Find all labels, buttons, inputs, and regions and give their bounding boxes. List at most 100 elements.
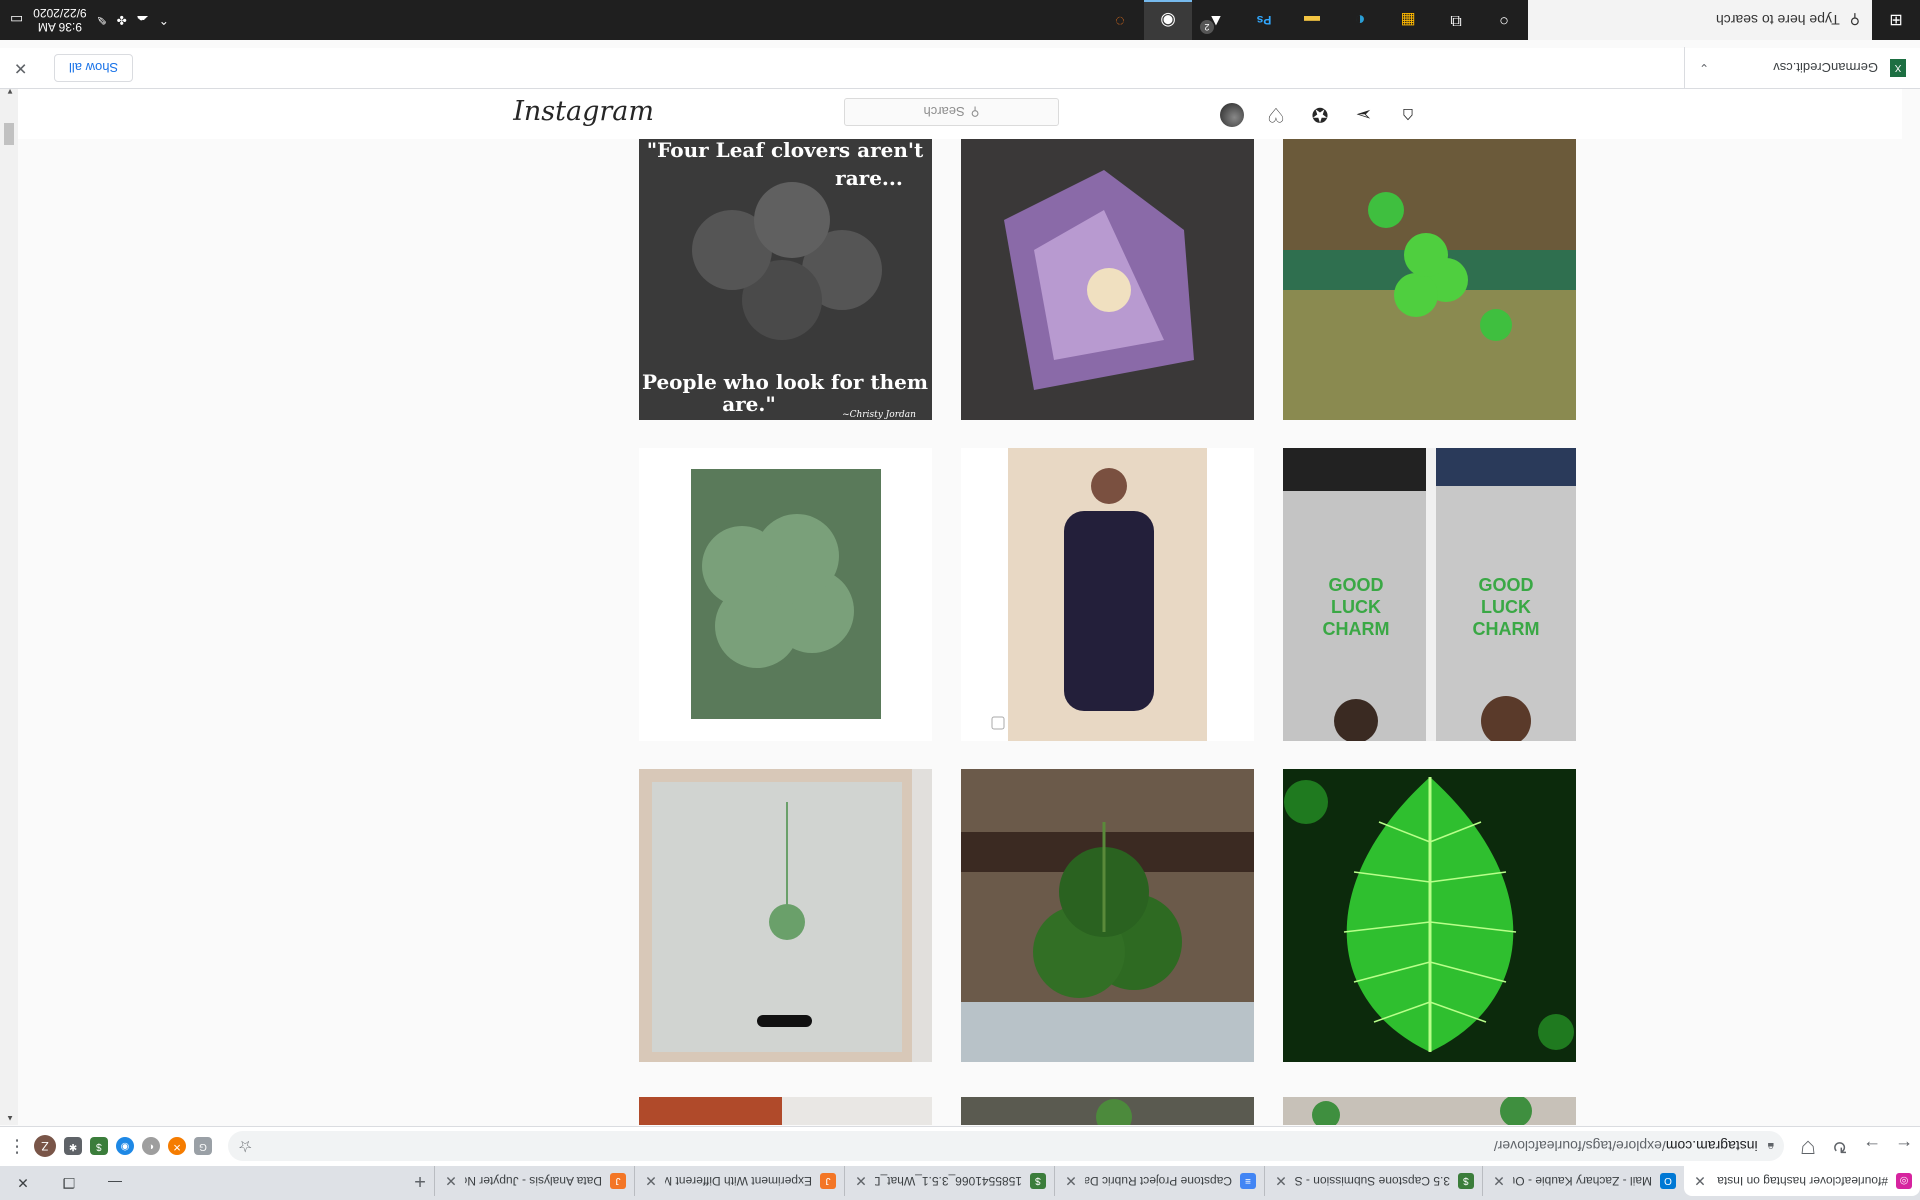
shield-icon[interactable]: ⛉ [1792,1131,1824,1163]
tab-title: Mail - Zachary Kaubie - Outlook [1513,1174,1652,1188]
menu-kebab-icon[interactable]: ⋮ [8,1131,26,1163]
taskbar-search-box[interactable]: ⚲ Type here to search [1528,0,1872,40]
tab-title: Capstone Project Rubric Data Co [1085,1174,1232,1188]
dropbox-icon[interactable]: ✤ [117,13,127,27]
forward-arrow-icon[interactable]: → [1856,1131,1888,1163]
reload-icon[interactable]: ↻ [1824,1131,1856,1163]
profile-avatar[interactable]: Z [34,1135,56,1158]
photos-icon[interactable]: ▲ 2 [1192,0,1240,40]
post-image [961,1097,1254,1125]
close-tab-icon[interactable]: ✕ [1273,1173,1289,1190]
scroll-thumb[interactable] [4,123,14,145]
extension-circle-icon[interactable]: ◐ [142,1137,160,1156]
instagram-nav: ⌂ ➢ ✪ ♡ [1220,103,1420,127]
file-explorer-icon[interactable]: ▬ [1288,0,1336,40]
notification-center-icon[interactable]: ▭ [10,12,23,29]
extension-orange-icon[interactable]: ✕ [168,1137,186,1156]
new-tab-button[interactable]: + [406,1166,434,1196]
tab-outlook[interactable]: O Mail - Zachary Kaubie - Outlook ✕ [1482,1166,1684,1196]
tab-what-data[interactable]: $ 1585541066_3.5.1_What_Data_to ✕ [844,1166,1054,1196]
scroll-up-icon[interactable]: ▲ [6,1114,14,1123]
download-bar: X GermanCredit.csv ⌄ Show all ✕ [0,47,1920,89]
bookmark-star-icon[interactable]: ☆ [238,1137,252,1157]
show-all-button[interactable]: Show all [54,54,134,82]
post-tile[interactable]: GOOD LUCK CHARM GOOD LUCK CHARM [1283,448,1576,741]
post-image [639,769,932,1062]
back-arrow-icon[interactable]: ← [1888,1131,1920,1163]
springboard-icon[interactable]: $ [90,1137,108,1156]
instagram-logo[interactable]: Instagram [513,96,654,127]
address-bar[interactable]: 🔒︎ instagram.com/explore/tags/fourleafcl… [228,1131,1784,1162]
instagram-header: Instagram ⚲ Search ⌂ ➢ ✪ ♡ [18,85,1902,139]
close-tab-icon[interactable]: ✕ [1063,1173,1079,1190]
download-item[interactable]: X GermanCredit.csv ⌄ [1684,47,1920,89]
pen-icon[interactable]: ✎ [97,13,107,27]
explore-icon[interactable]: ✪ [1308,103,1332,127]
close-tab-icon[interactable]: ✕ [643,1173,659,1190]
tab-capstone-rubric[interactable]: ≡ Capstone Project Rubric Data Co ✕ [1054,1166,1264,1196]
post-image: "Four Leaf clovers aren't rare... People… [639,127,932,420]
post-tile[interactable] [961,1097,1254,1125]
task-view-icon[interactable]: ⧉ [1432,0,1480,40]
cortana-icon[interactable]: ○ [1480,0,1528,40]
jupyter-icon[interactable]: ◌ [1096,0,1144,40]
extension-blue-icon[interactable]: ◉ [116,1137,134,1156]
chrome-icon[interactable]: ◉ [1144,0,1192,40]
post-tile[interactable] [639,448,932,741]
windows-taskbar: ⊞ ⚲ Type here to search ○ ⧉ ▦ ◐ ▬ Ps ▲ 2… [0,0,1920,40]
tab-capstone-submission[interactable]: $ 3.5 Capstone Submission - Sprin ✕ [1264,1166,1482,1196]
quote-line-2: rare... [835,166,903,190]
tshirt-text-line: GOOD [1478,575,1533,595]
url-path: /explore/tags/fourleafclover/ [1493,1138,1666,1155]
tab-title: 3.5 Capstone Submission - Sprin [1295,1174,1450,1188]
edge-icon[interactable]: ◐ [1336,0,1384,40]
post-tile-quote[interactable]: "Four Leaf clovers aren't rare... People… [639,127,932,420]
onedrive-icon[interactable]: ☁ [137,13,149,27]
chevron-down-icon[interactable]: ⌄ [1699,61,1709,75]
quote-line-1: "Four Leaf clovers aren't [647,138,924,162]
windows-start-icon[interactable]: ⊞ [1872,0,1920,40]
post-tile[interactable] [1283,1097,1576,1125]
restore-icon[interactable]: ❐ [46,1166,92,1200]
close-tab-icon[interactable]: ✕ [853,1173,869,1190]
minimize-icon[interactable]: — [92,1166,138,1200]
instagram-search-input[interactable]: ⚲ Search [844,98,1059,126]
chevron-up-icon[interactable]: ⌃ [159,13,169,27]
tab-instagram[interactable]: ◎ #fourleafclover hashtag on Insta ✕ [1684,1166,1920,1196]
close-tab-icon[interactable]: ✕ [1491,1173,1507,1190]
home-icon[interactable]: ⌂ [1396,103,1420,127]
post-tile[interactable] [961,769,1254,1062]
clock-date: 9/22/2020 [33,6,87,20]
tshirt-text-good: GOOD LUCK CHARM [1473,575,1540,639]
close-window-icon[interactable]: ✕ [0,1166,46,1200]
close-icon[interactable]: ✕ [14,58,27,78]
post-tile[interactable] [639,769,932,1062]
grammarly-icon[interactable]: G [194,1137,212,1156]
post-tile[interactable] [1283,769,1576,1062]
close-tab-icon[interactable]: ✕ [443,1173,459,1190]
close-tab-icon[interactable]: ✕ [1692,1173,1708,1190]
page-scrollbar[interactable]: ▲ ▼ [0,85,18,1125]
quote-line-3: People who look for them [642,370,928,394]
direct-icon[interactable]: ➢ [1352,103,1376,127]
puzzle-icon[interactable]: ✱ [64,1137,82,1156]
post-image [639,1097,932,1125]
store-icon[interactable]: ▦ [1384,0,1432,40]
download-filename: GermanCredit.csv [1773,60,1878,76]
heart-icon[interactable]: ♡ [1264,103,1288,127]
post-tile[interactable] [961,127,1254,420]
clock[interactable]: 9:36 AM 9/22/2020 [33,6,86,34]
post-tile[interactable] [961,448,1254,741]
search-icon: ⚲ [1849,12,1860,29]
photoshop-icon[interactable]: Ps [1240,0,1288,40]
tab-experiment[interactable]: J Experiment With Different Mode ✕ [634,1166,844,1196]
avatar[interactable] [1220,103,1244,127]
tab-data-analysis[interactable]: J Data Analysis - Jupyter Notebo ✕ [434,1166,634,1196]
post-image [961,127,1254,420]
extensions-area: G ✕ ◐ ◉ $ ✱ Z ⋮ [0,1131,220,1163]
springboard-icon: $ [1458,1173,1474,1189]
post-image [639,448,932,741]
instagram-icon: ◎ [1896,1173,1912,1189]
post-tile[interactable] [1283,127,1576,420]
post-tile[interactable] [639,1097,932,1125]
